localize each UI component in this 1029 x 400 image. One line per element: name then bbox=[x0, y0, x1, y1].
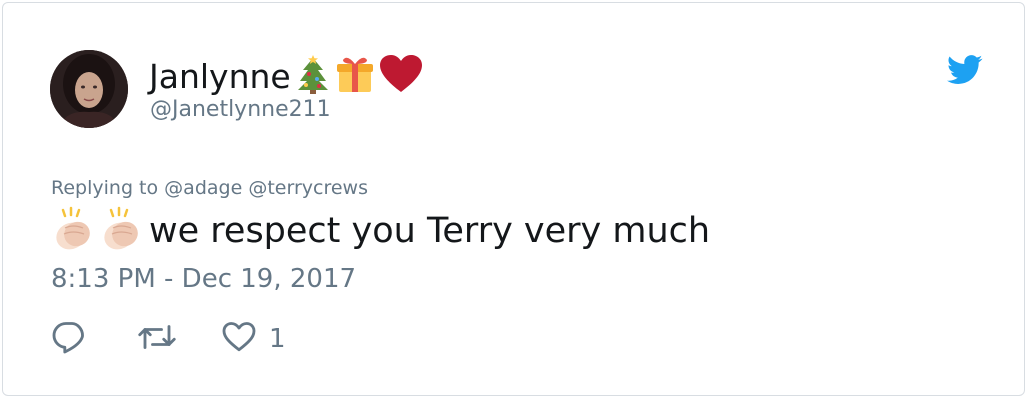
retweet-button[interactable] bbox=[137, 319, 221, 359]
display-name[interactable]: Janlynne bbox=[149, 60, 291, 93]
mention-link[interactable]: @terrycrews bbox=[248, 177, 368, 199]
christmas-tree-icon bbox=[295, 54, 331, 98]
action-bar: 1 bbox=[51, 321, 286, 357]
replying-prefix: Replying to bbox=[51, 177, 159, 199]
twitter-bird-icon[interactable] bbox=[947, 55, 983, 85]
reply-button[interactable] bbox=[51, 319, 137, 359]
display-name-row[interactable]: Janlynne bbox=[149, 53, 423, 99]
tweet-card: Janlynne @Janetlynne211 Replying to @ada… bbox=[2, 2, 1025, 396]
red-heart-icon bbox=[379, 54, 423, 98]
heart-icon bbox=[221, 319, 257, 359]
user-handle[interactable]: @Janetlynne211 bbox=[150, 99, 331, 121]
timestamp[interactable]: 8:13 PM - Dec 19, 2017 bbox=[51, 266, 356, 292]
clapping-hands-icon bbox=[51, 206, 97, 256]
avatar[interactable] bbox=[50, 50, 128, 128]
reply-icon bbox=[51, 319, 87, 359]
mention-link[interactable]: @adage bbox=[164, 177, 242, 199]
replying-to: Replying to @adage @terrycrews bbox=[51, 179, 368, 198]
retweet-icon bbox=[137, 319, 177, 359]
tweet-body: we respect you Terry very much bbox=[51, 206, 710, 256]
gift-icon bbox=[335, 54, 375, 98]
like-count: 1 bbox=[269, 324, 286, 354]
tweet-text: we respect you Terry very much bbox=[149, 210, 711, 251]
like-button[interactable]: 1 bbox=[221, 319, 286, 359]
clapping-hands-icon bbox=[99, 206, 145, 256]
